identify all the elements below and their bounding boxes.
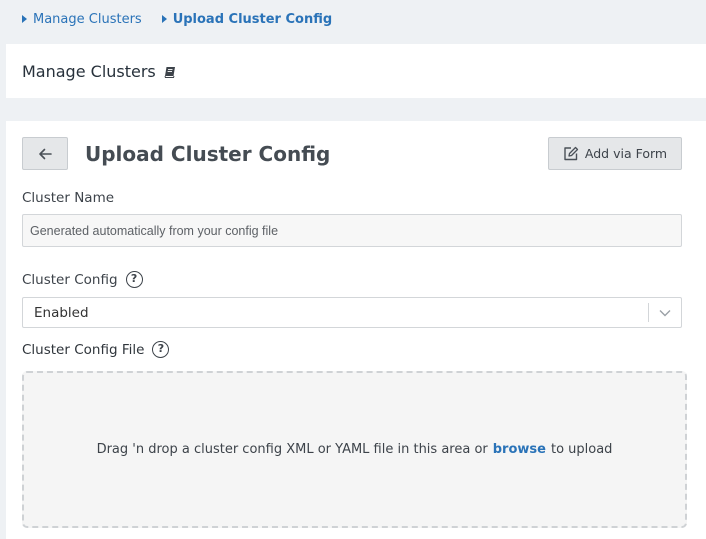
upload-config-panel: Upload Cluster Config Add via Form Clust…	[6, 121, 706, 539]
header-title: Manage Clusters	[22, 62, 156, 81]
page-title: Upload Cluster Config	[85, 142, 331, 166]
cluster-config-select[interactable]: Enabled	[22, 297, 682, 328]
browse-link[interactable]: browse	[493, 442, 546, 457]
chevron-down-icon[interactable]	[649, 309, 681, 317]
breadcrumb-label: Manage Clusters	[33, 11, 142, 27]
cluster-config-selected-value: Enabled	[34, 304, 89, 321]
add-via-form-button[interactable]: Add via Form	[548, 137, 682, 170]
header-panel: Manage Clusters	[6, 44, 706, 98]
cluster-config-label: Cluster Config ?	[22, 271, 143, 288]
caret-right-icon	[161, 15, 167, 23]
file-dropzone[interactable]: Drag 'n drop a cluster config XML or YAM…	[22, 371, 687, 528]
page-header: Manage Clusters	[22, 62, 176, 81]
cluster-config-file-label: Cluster Config File ?	[22, 341, 170, 358]
breadcrumb-label: Upload Cluster Config	[172, 11, 333, 27]
breadcrumb: Manage Clusters Upload Cluster Config	[22, 10, 332, 28]
dropzone-text-before: Drag 'n drop a cluster config XML or YAM…	[96, 442, 488, 457]
book-icon[interactable]	[164, 66, 176, 78]
help-circle-icon[interactable]: ?	[125, 271, 143, 288]
cluster-name-input[interactable]	[22, 214, 682, 247]
cluster-name-label-text: Cluster Name	[22, 190, 115, 206]
cluster-config-label-text: Cluster Config	[22, 271, 118, 288]
edit-icon	[563, 146, 579, 161]
add-via-form-label: Add via Form	[584, 146, 668, 161]
breadcrumb-item-upload-cluster-config[interactable]: Upload Cluster Config	[161, 11, 333, 27]
breadcrumb-item-manage-clusters[interactable]: Manage Clusters	[22, 12, 142, 27]
back-button[interactable]	[22, 137, 68, 170]
arrow-left-icon	[38, 148, 52, 160]
caret-right-icon	[22, 15, 27, 23]
dropzone-text-after: to upload	[550, 442, 613, 457]
help-circle-icon[interactable]: ?	[152, 341, 170, 358]
cluster-name-label: Cluster Name	[22, 190, 114, 206]
cluster-config-file-label-text: Cluster Config File	[22, 341, 145, 358]
